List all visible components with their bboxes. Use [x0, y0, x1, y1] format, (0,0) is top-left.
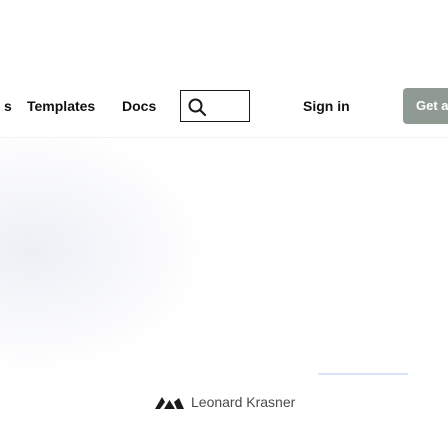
nav-item-templates[interactable]: Templates: [27, 96, 95, 116]
header-divider: [0, 137, 448, 138]
logo-icon: [155, 397, 184, 409]
search-icon: [188, 98, 207, 117]
nav-item-docs[interactable]: Docs: [122, 96, 156, 116]
author-name: Leonard Krasner: [191, 394, 296, 410]
get-all-button[interactable]: Get all: [403, 88, 448, 124]
sign-in-link[interactable]: Sign in: [303, 96, 350, 116]
top-navigation: s Templates Docs Sign in Get all: [0, 0, 448, 448]
decorative-underline: [318, 373, 408, 375]
search-button[interactable]: [180, 90, 250, 122]
nav-item-cut-off[interactable]: s: [4, 96, 12, 116]
